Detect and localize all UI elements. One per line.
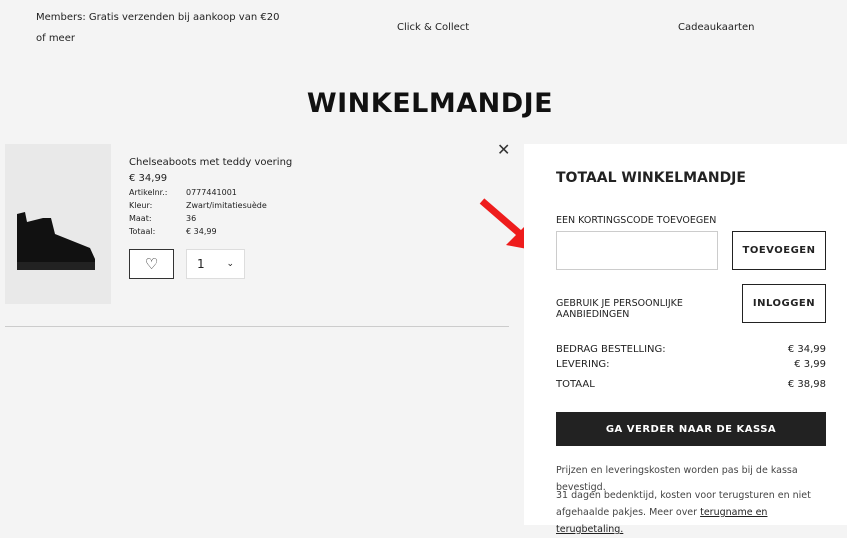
detail-label: Maat: (129, 214, 152, 223)
chevron-down-icon: ⌄ (226, 259, 234, 269)
discount-code-input[interactable] (556, 231, 718, 270)
order-amount-row: BEDRAG BESTELLING: € 34,99 (556, 344, 826, 355)
delivery-row: LEVERING: € 3,99 (556, 359, 826, 370)
divider (5, 326, 509, 327)
heart-icon: ♡ (144, 255, 159, 273)
checkout-button[interactable]: GA VERDER NAAR DE KASSA (556, 412, 826, 446)
login-button[interactable]: INLOGGEN (742, 284, 826, 323)
giftcards-link[interactable]: Cadeaukaarten (678, 22, 754, 33)
detail-label: Artikelnr.: (129, 188, 168, 197)
quantity-value: 1 (197, 257, 205, 271)
detail-value: 36 (186, 214, 197, 223)
detail-value: € 34,99 (186, 227, 217, 236)
product-price: € 34,99 (129, 173, 168, 184)
detail-row: Artikelnr.: 0777441001 (129, 188, 292, 201)
detail-row: Kleur: Zwart/imitatiesuède (129, 201, 292, 214)
favorite-button[interactable]: ♡ (129, 249, 174, 279)
members-text: Members: Gratis verzenden bij aankoop va… (36, 12, 280, 23)
detail-row: Maat: 36 (129, 214, 292, 227)
total-row: TOTAAL € 38,98 (556, 379, 826, 390)
remove-item-button[interactable]: ✕ (497, 140, 510, 159)
summary-panel: TOTAAL WINKELMANDJE EEN KORTINGSCODE TOE… (524, 144, 847, 535)
summary-title: TOTAAL WINKELMANDJE (556, 170, 746, 186)
quantity-select[interactable]: 1 ⌄ (186, 249, 245, 279)
product-image[interactable] (5, 144, 111, 304)
add-discount-button[interactable]: TOEVOEGEN (732, 231, 826, 270)
discount-label: EEN KORTINGSCODE TOEVOEGEN (556, 215, 717, 226)
boot-image (17, 212, 95, 270)
detail-label: Totaal: (129, 227, 156, 236)
detail-value: Zwart/imitatiesuède (186, 201, 267, 210)
click-collect-link[interactable]: Click & Collect (397, 22, 469, 33)
returns-note: 31 dagen bedenktijd, kosten voor terugst… (556, 490, 811, 535)
detail-label: Kleur: (129, 201, 153, 210)
members-banner[interactable]: Members: Gratis verzenden bij aankoop va… (36, 12, 279, 44)
detail-row: Totaal: € 34,99 (129, 227, 292, 240)
page-title: WINKELMANDJE (306, 88, 554, 119)
detail-value: 0777441001 (186, 188, 237, 197)
offers-label: GEBRUIK JE PERSOONLIJKE AANBIEDINGEN (556, 298, 683, 320)
members-text-2: of meer (36, 33, 75, 44)
product-name[interactable]: Chelseaboots met teddy voering (129, 157, 292, 168)
product-info: Chelseaboots met teddy voering € 34,99 A… (129, 157, 292, 240)
